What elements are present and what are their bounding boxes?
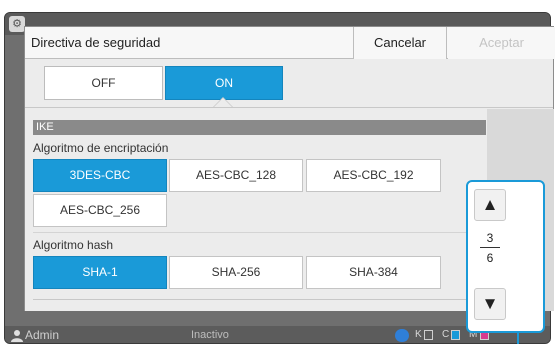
encryption-option-aes-cbc-128[interactable]: AES-CBC_128 (169, 159, 303, 192)
scroll-up-button[interactable]: ▲ (474, 189, 506, 221)
section-header-ike: IKE (33, 120, 486, 135)
on-toggle-button[interactable]: ON (165, 66, 283, 100)
screen: ⚙ Admin Inactivo K C M Directiva de segu… (0, 0, 555, 344)
toggle-pointer (214, 98, 232, 107)
page-fraction-line (480, 247, 500, 248)
hash-option-sha-384[interactable]: SHA-384 (306, 256, 441, 289)
encryption-algorithm-label: Algoritmo de encriptación (33, 141, 169, 155)
toggle-area: OFF ON (25, 60, 553, 108)
dialog-header: Directiva de seguridad Cancelar Aceptar (25, 27, 555, 59)
encryption-option-aes-cbc-192[interactable]: AES-CBC_192 (306, 159, 441, 192)
printer-status: Inactivo (191, 329, 229, 341)
gear-icon[interactable]: ⚙ (9, 16, 25, 32)
user-icon (11, 330, 23, 342)
hash-option-sha-1[interactable]: SHA-1 (33, 256, 167, 289)
current-page-number: 3 (486, 231, 494, 245)
encryption-option-aes-cbc-256[interactable]: AES-CBC_256 (33, 194, 167, 227)
ink-level-k (424, 330, 433, 340)
accept-button[interactable]: Aceptar (448, 27, 555, 59)
dialog-title: Directiva de seguridad (31, 35, 161, 50)
total-page-number: 6 (486, 251, 494, 265)
hash-option-sha-256[interactable]: SHA-256 (169, 256, 303, 289)
content-bottom-divider (33, 299, 486, 300)
ink-level-c (451, 330, 460, 340)
scroll-down-button[interactable]: ▼ (474, 288, 506, 320)
user-name: Admin (25, 328, 60, 342)
ink-label-k: K (415, 329, 422, 340)
cancel-button[interactable]: Cancelar (353, 27, 447, 59)
hash-algorithm-label: Algoritmo hash (33, 238, 114, 252)
callout-marker (517, 333, 519, 344)
encryption-option-3des-cbc[interactable]: 3DES-CBC (33, 159, 167, 192)
group-divider (33, 232, 486, 233)
ink-label-c: C (442, 329, 450, 340)
network-icon (395, 329, 409, 342)
settings-content: IKE Algoritmo de encriptación 3DES-CBC A… (25, 109, 487, 311)
off-toggle-button[interactable]: OFF (44, 66, 163, 100)
page-scroller: ▲ 3 6 ▼ (466, 180, 545, 333)
